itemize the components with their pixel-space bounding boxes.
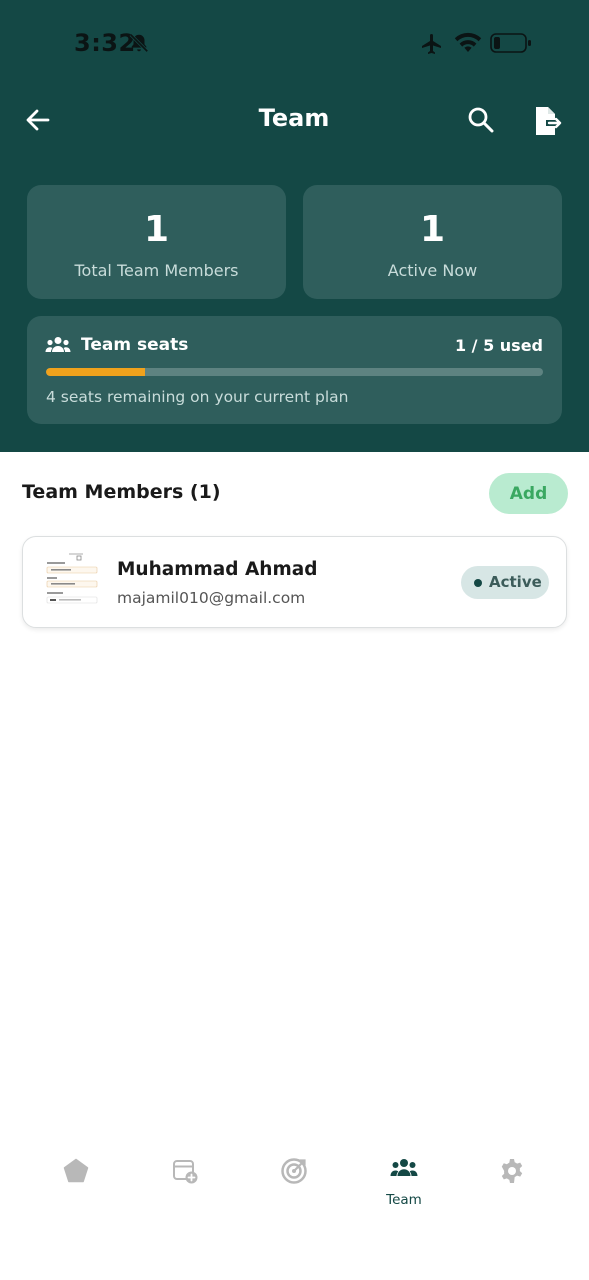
member-name: Muhammad Ahmad xyxy=(117,559,318,580)
member-card[interactable]: Muhammad Ahmad majamil010@gmail.com Acti… xyxy=(22,536,567,628)
export-icon[interactable] xyxy=(528,103,564,139)
airplane-icon xyxy=(422,34,441,54)
wifi-icon xyxy=(454,32,482,52)
pentagon-icon xyxy=(63,1158,89,1183)
tab-team[interactable]: Team xyxy=(364,1145,444,1215)
status-bar: 3:32 xyxy=(0,0,589,90)
settings-gear-icon xyxy=(501,1159,523,1183)
team-seats-card: Team seats 1 / 5 used 4 seats remaining … xyxy=(27,316,562,424)
bell-slash-icon xyxy=(129,33,149,53)
team-icon xyxy=(390,1159,418,1176)
seats-remaining-text: 4 seats remaining on your current plan xyxy=(46,388,349,406)
page-title: Team xyxy=(258,104,330,132)
bottom-navigation: Team xyxy=(0,1145,589,1225)
tab-goals[interactable] xyxy=(254,1145,334,1215)
member-email: majamil010@gmail.com xyxy=(117,589,306,607)
active-now-card: 1 Active Now xyxy=(303,185,562,299)
team-members-heading: Team Members (1) xyxy=(22,481,221,503)
team-icon xyxy=(45,337,71,352)
status-dot xyxy=(474,579,482,587)
seats-progress-bar xyxy=(46,368,543,376)
status-text: Active xyxy=(489,573,542,591)
active-now-value: 1 xyxy=(419,209,446,250)
tab-home[interactable] xyxy=(36,1145,116,1215)
target-icon xyxy=(281,1158,307,1184)
total-members-card: 1 Total Team Members xyxy=(27,185,286,299)
battery-icon xyxy=(490,33,531,53)
avatar xyxy=(41,550,105,614)
team-seats-title: Team seats xyxy=(81,335,189,355)
tab-calendar[interactable] xyxy=(145,1145,225,1215)
active-now-label: Active Now xyxy=(387,261,478,280)
total-members-label: Total Team Members xyxy=(74,261,239,280)
tab-settings[interactable] xyxy=(472,1145,552,1215)
tab-team-label: Team xyxy=(386,1192,422,1208)
calendar-add-icon xyxy=(173,1160,198,1184)
status-time: 3:32 xyxy=(74,29,136,57)
back-arrow-icon[interactable] xyxy=(22,104,54,136)
seats-used-label: 1 / 5 used xyxy=(454,336,543,355)
status-badge: Active xyxy=(461,566,549,599)
seats-progress-fill xyxy=(46,368,146,376)
search-icon[interactable] xyxy=(465,104,497,136)
add-member-button[interactable]: Add xyxy=(489,473,568,514)
total-members-value: 1 xyxy=(143,209,170,250)
